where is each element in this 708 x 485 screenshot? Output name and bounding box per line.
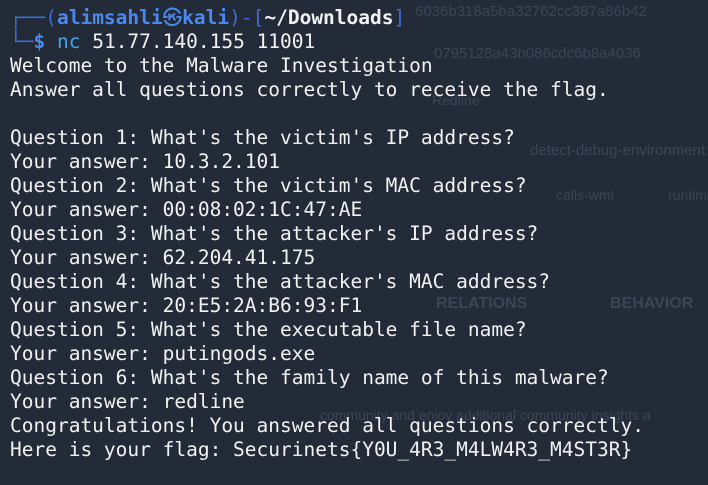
answer-5: Your answer: putingods.exe <box>10 342 316 365</box>
prompt-dollar-sign: $ <box>33 30 46 53</box>
question-3: Question 3: What's the attacker's IP add… <box>10 222 539 245</box>
prompt-close-bracket: )-[ <box>229 6 265 29</box>
welcome-text: Welcome to the Malware Investigation <box>10 54 433 77</box>
command-arguments: 51.77.140.155 11001 <box>80 30 316 53</box>
prompt-end-bracket: ] <box>393 6 406 29</box>
prompt-username: alimsahli <box>56 6 163 29</box>
kali-at-icon: ㉿ <box>162 6 183 29</box>
terminal-window[interactable]: 6036b318a5ba32762cc387a86b42 0795128a43b… <box>0 0 708 485</box>
question-2: Question 2: What's the victim's MAC addr… <box>10 174 527 197</box>
prompt-open-bracket: ┌──( <box>10 6 57 29</box>
question-6: Question 6: What's the family name of th… <box>10 366 609 389</box>
answer-6: Your answer: redline <box>10 390 245 413</box>
terminal-output: ┌──(alimsahli㉿kali)-[~/Downloads] └─$ nc… <box>10 6 708 462</box>
question-1: Question 1: What's the victim's IP addre… <box>10 126 515 149</box>
question-5: Question 5: What's the executable file n… <box>10 318 527 341</box>
question-4: Question 4: What's the attacker's MAC ad… <box>10 270 551 293</box>
instructions-text: Answer all questions correctly to receiv… <box>10 78 609 101</box>
command-line: └─$ nc 51.77.140.155 11001 <box>10 30 708 54</box>
flag-text: Here is your flag: Securinets{Y0U_4R3_M4… <box>10 438 633 461</box>
answer-1: Your answer: 10.3.2.101 <box>10 150 281 173</box>
answer-3: Your answer: 62.204.41.175 <box>10 246 316 269</box>
congratulations-text: Congratulations! You answered all questi… <box>10 414 644 437</box>
prompt-header-line: ┌──(alimsahli㉿kali)-[~/Downloads] <box>10 6 708 30</box>
prompt-hostname: kali <box>182 6 230 29</box>
prompt-path: ~/Downloads <box>264 6 394 29</box>
answer-2: Your answer: 00:08:02:1C:47:AE <box>10 198 363 221</box>
prompt-corner: └─ <box>10 30 34 53</box>
command-name: nc <box>56 30 81 53</box>
answer-4: Your answer: 20:E5:2A:B6:93:F1 <box>10 294 363 317</box>
